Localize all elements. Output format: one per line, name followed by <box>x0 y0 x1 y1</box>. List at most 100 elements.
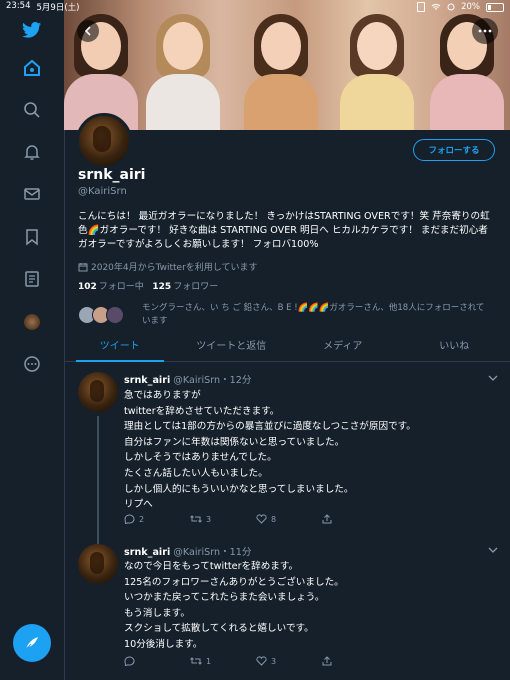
tweet-actions: 1 3 <box>124 656 384 670</box>
follow-button[interactable]: フォローする <box>413 139 495 161</box>
profile-tabs: ツイート ツイートと返信 メディア いいね <box>64 337 510 362</box>
tweet-author-handle[interactable]: @KairiSrn <box>173 547 220 558</box>
tweet-line: 自分はファンに年数は関係ないと思っていました。 <box>124 436 345 448</box>
reply-count: 2 <box>139 514 145 524</box>
tweet-line: しかしそうではありませんでした。 <box>124 452 277 464</box>
like-count: 3 <box>271 656 277 666</box>
notifications-bell-icon[interactable] <box>21 141 43 163</box>
status-time: 23:54 <box>6 1 31 11</box>
share-button[interactable] <box>322 656 332 666</box>
followers-link[interactable]: 125 フォロワー <box>152 282 218 292</box>
tab-tweets[interactable]: ツイート <box>64 337 176 362</box>
tweet-author-avatar[interactable] <box>78 372 118 412</box>
followers-count: 125 <box>152 282 172 292</box>
chevron-down-icon[interactable] <box>488 374 498 382</box>
following-link[interactable]: 102 フォロー中 <box>78 282 144 292</box>
tweet-text: 急ではありますが twitterを辞めさせていただきます。 理由としては1部の方… <box>124 388 494 513</box>
more-menu-button[interactable] <box>472 18 498 44</box>
like-button[interactable]: 8 <box>256 514 276 524</box>
ellipsis-icon <box>478 29 492 33</box>
mutual-avatar <box>106 306 124 324</box>
bookmarks-icon[interactable] <box>21 226 43 248</box>
home-icon[interactable] <box>21 57 43 79</box>
share-button[interactable] <box>322 514 332 524</box>
retweet-icon <box>190 515 202 523</box>
lists-icon[interactable] <box>21 268 43 290</box>
heart-icon <box>256 656 267 666</box>
followed-by-text: モングラーさん、い ち ご 鉛さん、B E !🌈🌈🌈ガオラーさん、他18人にフォ… <box>142 303 485 326</box>
messages-envelope-icon[interactable] <box>21 183 43 205</box>
tweet[interactable]: srnk_airi @KairiSrn・12分 急ではありますが twitterを… <box>64 362 510 546</box>
profile-name: srnk_airi <box>78 167 146 183</box>
tweet-line: 急ではありますが <box>124 390 201 401</box>
profile-avatar-icon[interactable] <box>21 311 43 333</box>
retweet-icon <box>190 657 202 665</box>
status-bar: 23:54 5月9日(土) 20% <box>0 0 510 14</box>
heart-icon <box>256 514 267 524</box>
profile-banner-image[interactable] <box>64 0 510 130</box>
reply-button[interactable] <box>124 656 139 666</box>
tweet-line: しかし個人的にもういいかなと思ってしまいました。 <box>124 483 354 495</box>
wifi-icon <box>431 4 441 10</box>
tweet[interactable]: srnk_airi @KairiSrn・11分 なので今日をもってtwitterを… <box>64 536 510 680</box>
more-options-icon[interactable] <box>21 353 43 375</box>
reply-icon <box>124 514 135 524</box>
tweet-line: twitterを辞めさせていただきます。 <box>124 405 280 417</box>
reply-icon <box>124 656 135 666</box>
tweet-line: 10分後消します。 <box>124 638 203 650</box>
tweet-author-name[interactable]: srnk_airi <box>124 547 170 558</box>
tab-likes[interactable]: いいね <box>399 337 510 361</box>
twitter-logo-icon[interactable] <box>21 19 43 41</box>
like-count: 8 <box>271 514 277 524</box>
status-date: 5月9日(土) <box>36 3 80 13</box>
tweet-author-handle[interactable]: @KairiSrn <box>173 375 220 386</box>
tweet-line: 理由としては1部の方からの暴言並びに過度なしつこさが原因です。 <box>124 421 416 433</box>
like-button[interactable]: 3 <box>256 656 276 666</box>
retweet-count: 1 <box>206 656 212 666</box>
tweet-line: もう消します。 <box>124 607 190 619</box>
tweet-line: 125名のフォロワーさんありがとうございました。 <box>124 576 344 588</box>
retweet-count: 3 <box>206 514 212 524</box>
tab-tweets-and-replies[interactable]: ツイートと返信 <box>176 337 288 361</box>
tweet-line: スクショして拡散してくれると嬉しいです。 <box>124 623 314 635</box>
back-arrow-icon <box>84 26 91 36</box>
profile-bio: こんにちは！ 最近ガオラーになりました！ きっかけはSTARTING OVERで… <box>78 211 490 250</box>
chevron-down-icon[interactable] <box>488 546 498 554</box>
share-icon <box>322 514 332 524</box>
tweet-author-name[interactable]: srnk_airi <box>124 375 170 386</box>
search-icon[interactable] <box>21 99 43 121</box>
tweet-time[interactable]: ・11分 <box>220 547 251 558</box>
tweet-line: リプへ <box>124 499 153 511</box>
tweet-header: srnk_airi @KairiSrn・11分 <box>124 544 251 558</box>
share-icon <box>322 656 332 666</box>
tweet-line: なので今日をもってtwitterを辞めます。 <box>124 561 299 572</box>
followers-label: フォロワー <box>173 282 219 292</box>
follow-counts: 102 フォロー中 125 フォロワー <box>78 279 218 292</box>
following-count: 102 <box>78 282 97 292</box>
compose-tweet-button[interactable] <box>13 624 51 662</box>
calendar-icon <box>78 262 88 271</box>
tab-media[interactable]: メディア <box>287 337 399 361</box>
reply-button[interactable]: 2 <box>124 514 144 524</box>
tweet-text: なので今日をもってtwitterを辞めます。 125名のフォロワーさんありがとう… <box>124 559 494 653</box>
profile-avatar[interactable] <box>76 113 132 169</box>
back-button[interactable] <box>77 20 99 42</box>
retweet-button[interactable]: 1 <box>190 656 211 666</box>
followers-you-know[interactable]: モングラーさん、い ち ご 鉛さん、B E !🌈🌈🌈ガオラーさん、他18人にフォ… <box>78 302 498 332</box>
profile-handle: @KairiSrn <box>78 186 127 197</box>
thread-line <box>97 416 99 546</box>
retweet-button[interactable]: 3 <box>190 514 211 524</box>
battery-percent: 20% <box>461 2 480 12</box>
following-label: フォロー中 <box>98 282 144 292</box>
tablet-icon <box>417 2 426 12</box>
location-icon <box>447 3 455 11</box>
joined-date: 2020年4月からTwitterを利用しています <box>78 260 258 273</box>
compose-feather-icon <box>25 637 38 650</box>
sidebar <box>0 0 65 680</box>
tweet-line: いつかまた戻ってこれたらまた会いましょう。 <box>124 592 325 604</box>
tweet-time[interactable]: ・12分 <box>220 375 251 386</box>
tweet-header: srnk_airi @KairiSrn・12分 <box>124 372 251 386</box>
battery-icon <box>486 2 504 12</box>
tweet-line: たくさん話したい人もいました。 <box>124 467 268 479</box>
tweet-author-avatar[interactable] <box>78 544 118 584</box>
